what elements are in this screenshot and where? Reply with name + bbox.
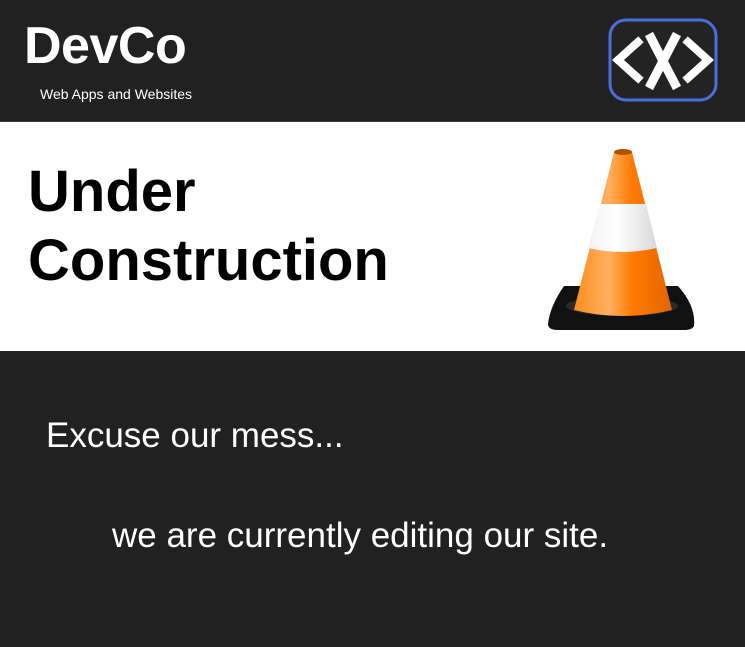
- apology-message: Excuse our mess...: [46, 416, 344, 455]
- traffic-cone-icon: [548, 149, 695, 330]
- under-construction-page: DevCo Web Apps and Websites Under Constr…: [0, 0, 745, 647]
- page-title: Under Construction: [28, 157, 508, 295]
- code-brackets-x-icon: [608, 18, 718, 102]
- title-line-under: Under: [28, 159, 196, 224]
- brand-name: DevCo: [24, 17, 187, 75]
- title-line-construction: Construction: [28, 228, 389, 293]
- status-message: we are currently editing our site.: [112, 516, 609, 555]
- brand-tagline: Web Apps and Websites: [40, 86, 193, 102]
- site-header: DevCo Web Apps and Websites: [0, 0, 745, 122]
- hero-banner: Under Construction: [0, 122, 745, 351]
